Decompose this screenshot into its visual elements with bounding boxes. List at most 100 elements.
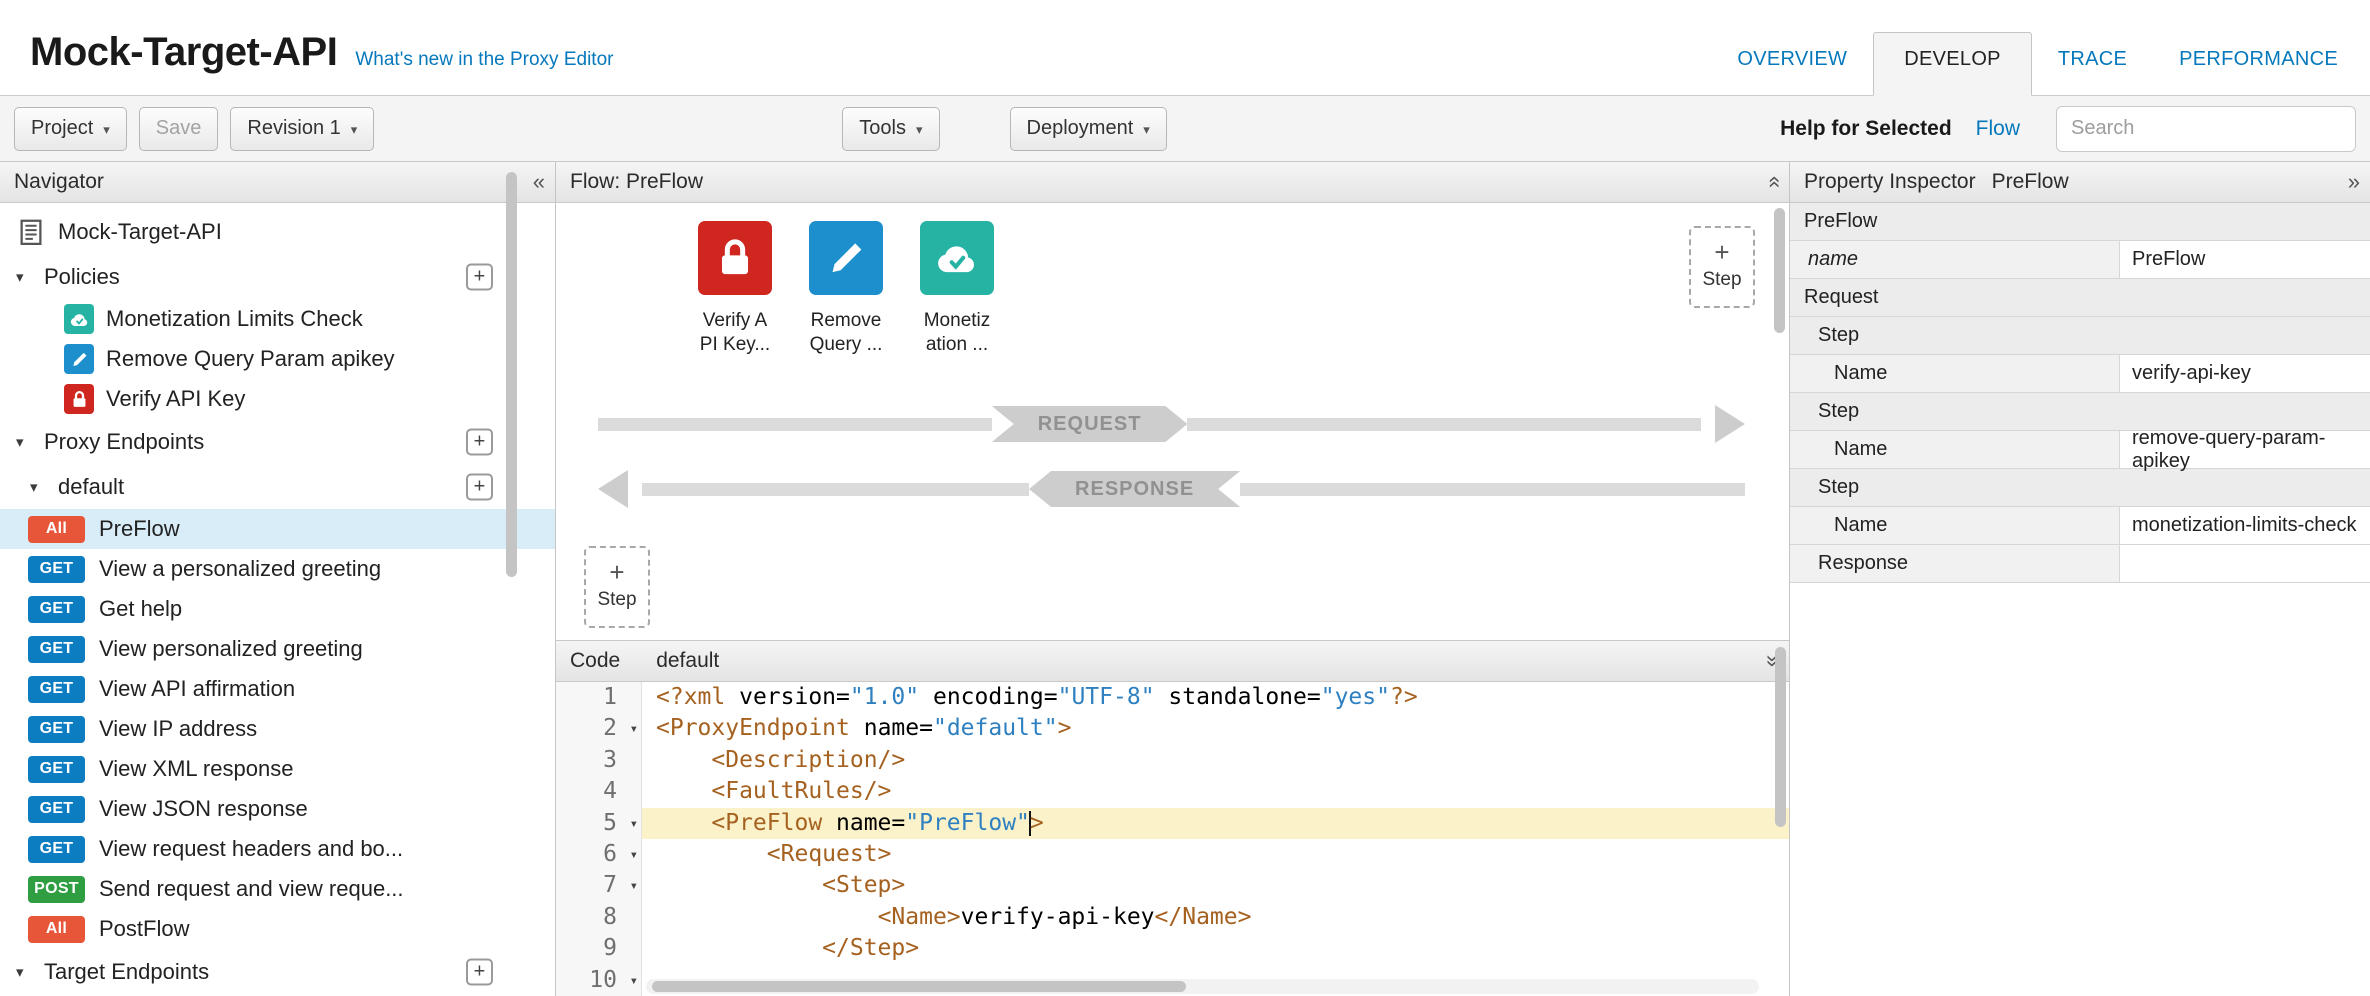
code-vertical-scrollbar[interactable]: [1775, 647, 1786, 827]
navigator-item-flow[interactable]: AllPreFlow: [0, 509, 555, 549]
flow-scrollbar[interactable]: [1774, 208, 1785, 333]
flow-name-label: View XML response: [99, 756, 293, 782]
line-number: 8: [603, 904, 617, 930]
code-horizontal-scrollbar-thumb[interactable]: [652, 981, 1186, 992]
navigator-scrollbar[interactable]: [506, 172, 517, 577]
navigator-section-flow[interactable]: ▾default+: [0, 464, 555, 509]
navigator-item-api-root[interactable]: Mock-Target-API: [0, 209, 555, 254]
add-flow-button[interactable]: +: [466, 473, 493, 500]
navigator-item-policy[interactable]: Monetization Limits Check: [0, 299, 555, 339]
line-number-gutter[interactable]: 4: [556, 776, 642, 807]
response-line: [642, 483, 1029, 496]
navigator-item-flow[interactable]: GETView request headers and bo...: [0, 829, 555, 869]
disclosure-triangle-icon[interactable]: ▾: [16, 963, 32, 981]
line-number: 4: [603, 778, 617, 804]
caret-down-icon: ▾: [1143, 122, 1150, 138]
line-number-gutter[interactable]: 6▾: [556, 839, 642, 870]
tab-performance[interactable]: PERFORMANCE: [2153, 48, 2364, 95]
property-value[interactable]: [2120, 545, 2370, 582]
flow-policy-step[interactable]: RemoveQuery ...: [794, 221, 898, 357]
fold-arrow-icon[interactable]: ▾: [630, 809, 638, 840]
fold-arrow-icon[interactable]: ▾: [630, 966, 638, 996]
line-number-gutter[interactable]: 8: [556, 902, 642, 933]
code-line-text[interactable]: <Step>: [642, 870, 1789, 901]
line-number-gutter[interactable]: 9: [556, 933, 642, 964]
line-number-gutter[interactable]: 5▾: [556, 808, 642, 839]
disclosure-triangle-icon[interactable]: ▾: [30, 478, 46, 496]
add-policies-button[interactable]: +: [466, 263, 493, 290]
inspector-section-row: Request: [1790, 279, 2370, 317]
navigator-item-flow[interactable]: GETView personalized greeting: [0, 629, 555, 669]
code-line-text[interactable]: <PreFlow name="PreFlow">: [642, 808, 1789, 839]
revision-menu-button[interactable]: Revision 1 ▾: [230, 107, 374, 151]
inspector-property-row: namePreFlow: [1790, 241, 2370, 279]
navigator-item-flow[interactable]: POSTSend request and view reque...: [0, 869, 555, 909]
code-line-text[interactable]: <Request>: [642, 839, 1789, 870]
navigator-section-target-endpoint[interactable]: ▾Target Endpoints+: [0, 949, 555, 994]
tab-trace[interactable]: TRACE: [2032, 48, 2153, 95]
code-line-text[interactable]: <Description/>: [642, 745, 1789, 776]
disclosure-triangle-icon[interactable]: ▾: [16, 433, 32, 451]
navigator-item-flow[interactable]: GETView XML response: [0, 749, 555, 789]
project-menu-button[interactable]: Project ▾: [14, 107, 127, 151]
whats-new-link[interactable]: What's new in the Proxy Editor: [355, 49, 613, 71]
flow-step-label: RemoveQuery ...: [794, 309, 898, 357]
flow-name-label: View request headers and bo...: [99, 836, 403, 862]
property-value[interactable]: verify-api-key: [2120, 355, 2370, 392]
verb-badge: GET: [28, 596, 85, 623]
save-button[interactable]: Save: [139, 107, 219, 151]
line-number-gutter[interactable]: 7▾: [556, 870, 642, 901]
line-number: 6: [603, 841, 617, 867]
code-line-text[interactable]: <?xml version="1.0" encoding="UTF-8" sta…: [642, 682, 1789, 713]
navigator-item-flow[interactable]: GETView a personalized greeting: [0, 549, 555, 589]
code-editor[interactable]: 1<?xml version="1.0" encoding="UTF-8" st…: [556, 682, 1789, 996]
code-line: 2▾<ProxyEndpoint name="default">: [556, 713, 1789, 744]
add-step-button-response[interactable]: + Step: [584, 546, 650, 628]
line-number-gutter[interactable]: 2▾: [556, 713, 642, 744]
request-line: [598, 418, 992, 431]
flow-policy-step[interactable]: Monetization ...: [905, 221, 1009, 357]
code-line-text[interactable]: <ProxyEndpoint name="default">: [642, 713, 1789, 744]
navigator-item-policy[interactable]: Remove Query Param apikey: [0, 339, 555, 379]
line-number-gutter[interactable]: 3: [556, 745, 642, 776]
flow-policy-step[interactable]: Verify API Key...: [683, 221, 787, 357]
section-label: Policies: [44, 264, 120, 290]
tools-menu-button[interactable]: Tools ▾: [842, 107, 939, 151]
tab-overview[interactable]: OVERVIEW: [1711, 48, 1873, 95]
verb-badge: GET: [28, 676, 85, 703]
navigator-item-flow[interactable]: GETView API affirmation: [0, 669, 555, 709]
add-step-button-request[interactable]: + Step: [1689, 226, 1755, 308]
add-step-label: Step: [1702, 269, 1741, 291]
add-proxy-endpoint-button[interactable]: +: [466, 428, 493, 455]
code-line-text[interactable]: <FaultRules/>: [642, 776, 1789, 807]
collapse-navigator-button[interactable]: «: [533, 171, 545, 193]
navigator-item-flow[interactable]: AllPostFlow: [0, 909, 555, 949]
deployment-menu-button[interactable]: Deployment ▾: [1010, 107, 1167, 151]
collapse-flow-button[interactable]: »: [1762, 176, 1784, 188]
fold-arrow-icon[interactable]: ▾: [630, 871, 638, 902]
help-flow-link[interactable]: Flow: [1976, 117, 2020, 141]
search-input[interactable]: [2056, 106, 2356, 152]
fold-arrow-icon[interactable]: ▾: [630, 840, 638, 871]
add-target-endpoint-button[interactable]: +: [466, 958, 493, 985]
fold-arrow-icon[interactable]: ▾: [630, 714, 638, 745]
property-value[interactable]: monetization-limits-check: [2120, 507, 2370, 544]
code-horizontal-scrollbar[interactable]: [646, 979, 1759, 994]
line-number-gutter[interactable]: 1: [556, 682, 642, 713]
navigator-item-flow[interactable]: GETView JSON response: [0, 789, 555, 829]
code-line-text[interactable]: <Name>verify-api-key</Name>: [642, 902, 1789, 933]
navigator-section-policies[interactable]: ▾ Policies +: [0, 254, 555, 299]
code-pane-header: Code default »: [556, 641, 1789, 682]
property-value[interactable]: remove-query-param-apikey: [2120, 431, 2370, 468]
tab-develop[interactable]: DEVELOP: [1873, 32, 2032, 96]
deployment-menu-label: Deployment: [1027, 117, 1134, 140]
code-line-text[interactable]: </Step>: [642, 933, 1789, 964]
navigator-item-policy[interactable]: Verify API Key: [0, 379, 555, 419]
expand-inspector-button[interactable]: »: [2348, 171, 2360, 193]
navigator-item-flow[interactable]: GETGet help: [0, 589, 555, 629]
navigator-section-proxy-endpoint[interactable]: ▾Proxy Endpoints+: [0, 419, 555, 464]
disclosure-triangle-icon[interactable]: ▾: [16, 268, 32, 286]
navigator-item-flow[interactable]: GETView IP address: [0, 709, 555, 749]
line-number-gutter[interactable]: 10▾: [556, 965, 642, 996]
property-value[interactable]: PreFlow: [2120, 241, 2370, 278]
